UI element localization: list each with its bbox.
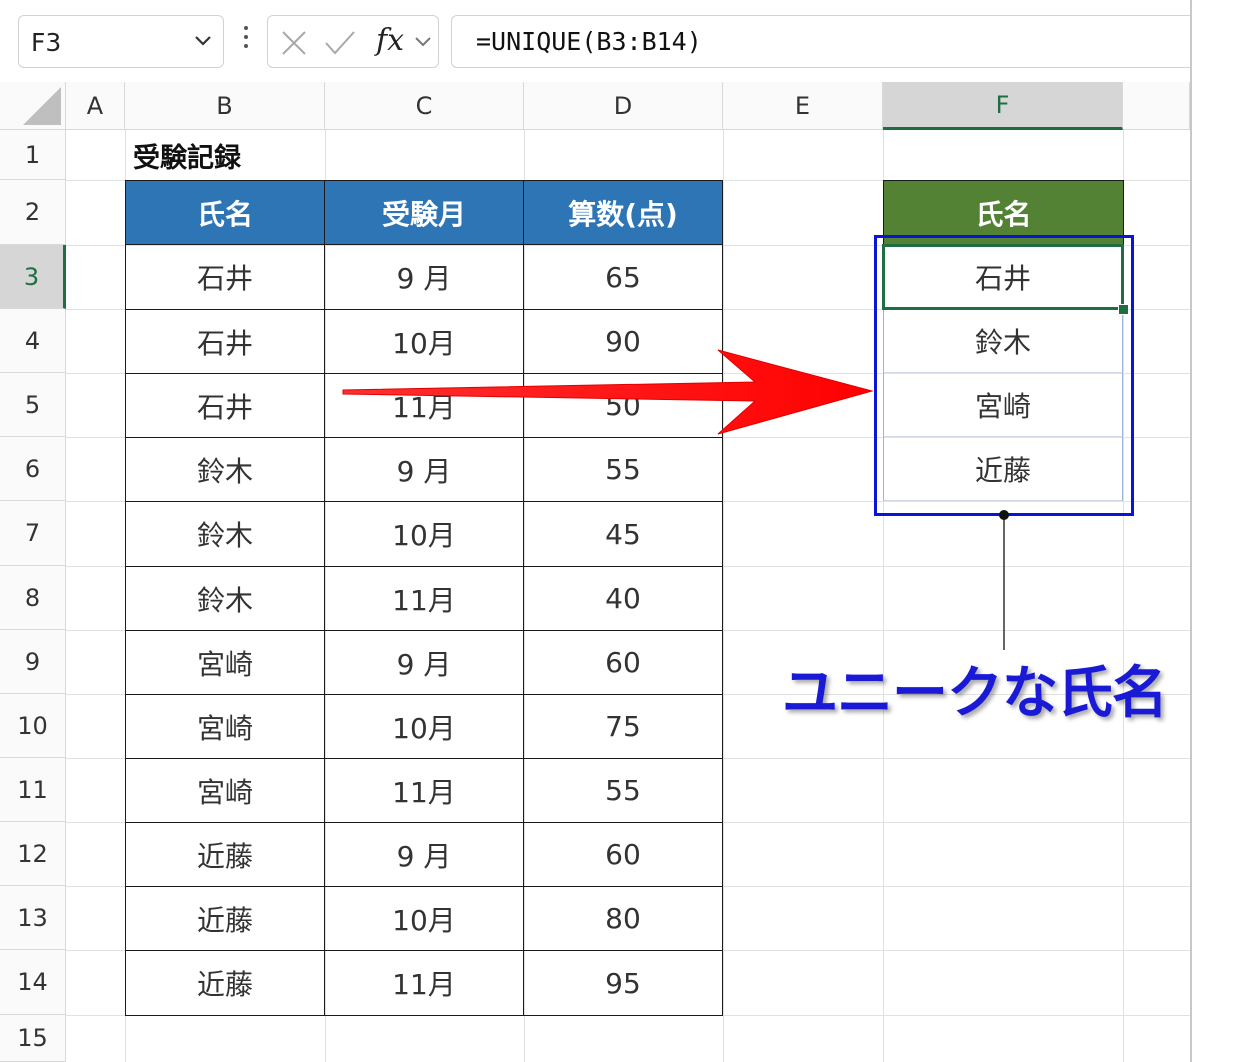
spreadsheet: F3 fx =UNIQUE(B3:B14) A B C D E F 1 2 3 … xyxy=(0,0,1240,1062)
window-edge xyxy=(1190,0,1192,1062)
red-arrow-icon xyxy=(342,349,874,435)
unique-name-annotation: ユニークな氏名 xyxy=(782,661,1168,726)
annotation-graphics xyxy=(342,349,1009,650)
callout-dot xyxy=(999,510,1009,520)
